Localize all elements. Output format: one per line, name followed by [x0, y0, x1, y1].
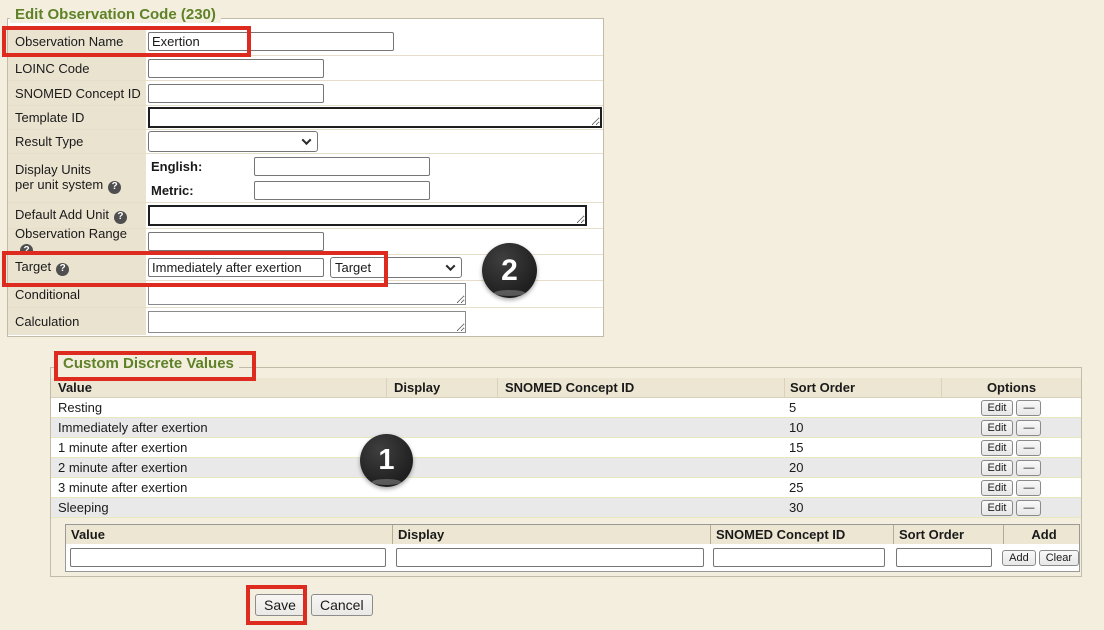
- help-icon[interactable]: ?: [56, 263, 69, 276]
- add-column-header-display: Display: [392, 525, 710, 544]
- calculation-label: Calculation: [15, 314, 79, 329]
- cell-value: Resting: [51, 400, 386, 415]
- add-value-subtable: Value Display SNOMED Concept ID Sort Ord…: [65, 524, 1080, 572]
- column-header-options: Options: [941, 378, 1081, 397]
- form-row-observation-name: Observation Name: [8, 28, 603, 56]
- column-header-sort-order: Sort Order: [784, 378, 941, 397]
- observation-range-label: Observation Range?: [15, 226, 142, 258]
- custom-discrete-values-section: Value Display SNOMED Concept ID Sort Ord…: [50, 367, 1082, 577]
- new-value-input[interactable]: [70, 548, 386, 567]
- form-row-template-id: Template ID: [8, 106, 603, 130]
- column-header-snomed: SNOMED Concept ID: [497, 378, 784, 397]
- edit-observation-code-screen: Edit Observation Code (230) Observation …: [0, 0, 1104, 630]
- remove-button[interactable]: —: [1016, 400, 1041, 416]
- cell-value: Sleeping: [51, 500, 386, 515]
- cell-value: 3 minute after exertion: [51, 480, 386, 495]
- default-add-unit-textarea[interactable]: [148, 205, 587, 226]
- observation-range-input[interactable]: [148, 232, 324, 251]
- table-row: Resting 5 Edit —: [51, 398, 1081, 418]
- add-column-header-add: Add: [1003, 525, 1079, 544]
- step-badge-1: 1: [360, 434, 413, 487]
- target-selected-value: Target: [335, 260, 371, 275]
- chevron-down-icon: [446, 261, 456, 271]
- template-id-label: Template ID: [15, 110, 84, 125]
- edit-button[interactable]: Edit: [981, 400, 1014, 416]
- add-column-header-value: Value: [66, 525, 392, 544]
- discrete-values-header-row: Value Display SNOMED Concept ID Sort Ord…: [51, 378, 1081, 398]
- cell-value: 1 minute after exertion: [51, 440, 386, 455]
- result-type-select[interactable]: [148, 131, 318, 152]
- default-add-unit-label: Default Add Unit?: [15, 207, 127, 224]
- conditional-textarea[interactable]: [148, 283, 466, 305]
- cell-sort-order: 10: [784, 420, 941, 435]
- snomed-concept-id-label: SNOMED Concept ID: [15, 86, 141, 101]
- edit-button[interactable]: Edit: [981, 480, 1014, 496]
- table-row: Immediately after exertion 10 Edit —: [51, 418, 1081, 438]
- display-units-label: Display Units per unit system?: [15, 162, 121, 194]
- english-units-label: English:: [148, 159, 254, 174]
- clear-button[interactable]: Clear: [1039, 550, 1079, 566]
- remove-button[interactable]: —: [1016, 440, 1041, 456]
- conditional-label: Conditional: [15, 287, 80, 302]
- loinc-code-input[interactable]: [148, 59, 324, 78]
- column-header-display: Display: [386, 378, 497, 397]
- cancel-button[interactable]: Cancel: [311, 594, 373, 616]
- cell-value: 2 minute after exertion: [51, 460, 386, 475]
- cell-sort-order: 30: [784, 500, 941, 515]
- remove-button[interactable]: —: [1016, 500, 1041, 516]
- column-header-value: Value: [51, 378, 386, 397]
- cell-sort-order: 25: [784, 480, 941, 495]
- table-row: Sleeping 30 Edit —: [51, 498, 1081, 518]
- add-column-header-snomed: SNOMED Concept ID: [710, 525, 893, 544]
- new-sort-order-input[interactable]: [896, 548, 992, 567]
- remove-button[interactable]: —: [1016, 460, 1041, 476]
- help-icon[interactable]: ?: [108, 181, 121, 194]
- calculation-textarea[interactable]: [148, 311, 466, 333]
- add-header-row: Value Display SNOMED Concept ID Sort Ord…: [66, 525, 1079, 544]
- cell-sort-order: 20: [784, 460, 941, 475]
- new-display-input[interactable]: [396, 548, 704, 567]
- cell-sort-order: 15: [784, 440, 941, 455]
- table-row: 2 minute after exertion 20 Edit —: [51, 458, 1081, 478]
- add-button[interactable]: Add: [1002, 550, 1036, 566]
- metric-units-input[interactable]: [254, 181, 430, 200]
- metric-units-label: Metric:: [148, 183, 254, 198]
- form-row-snomed: SNOMED Concept ID: [8, 81, 603, 106]
- template-id-textarea[interactable]: [148, 107, 602, 128]
- new-snomed-input[interactable]: [713, 548, 885, 567]
- form-row-calculation: Calculation: [8, 308, 603, 335]
- edit-button[interactable]: Edit: [981, 440, 1014, 456]
- save-button[interactable]: Save: [255, 594, 305, 616]
- help-icon[interactable]: ?: [114, 211, 127, 224]
- observation-name-input[interactable]: [148, 32, 394, 51]
- add-column-header-sort-order: Sort Order: [893, 525, 1003, 544]
- result-type-label: Result Type: [15, 134, 83, 149]
- form-title: Edit Observation Code (230): [10, 6, 221, 23]
- edit-button[interactable]: Edit: [981, 500, 1014, 516]
- cell-sort-order: 5: [784, 400, 941, 415]
- target-select[interactable]: Target: [330, 257, 462, 278]
- cell-value: Immediately after exertion: [51, 420, 386, 435]
- remove-button[interactable]: —: [1016, 420, 1041, 436]
- step-badge-2: 2: [482, 243, 537, 298]
- edit-button[interactable]: Edit: [981, 420, 1014, 436]
- table-row: 1 minute after exertion 15 Edit —: [51, 438, 1081, 458]
- loinc-code-label: LOINC Code: [15, 61, 89, 76]
- remove-button[interactable]: —: [1016, 480, 1041, 496]
- target-value-input[interactable]: [148, 258, 324, 277]
- snomed-concept-id-input[interactable]: [148, 84, 324, 103]
- add-input-row: Add Clear: [66, 544, 1079, 571]
- custom-discrete-values-title: Custom Discrete Values: [58, 355, 239, 372]
- target-label: Target?: [15, 259, 69, 276]
- table-row: 3 minute after exertion 25 Edit —: [51, 478, 1081, 498]
- form-row-result-type: Result Type: [8, 130, 603, 154]
- observation-name-label: Observation Name: [15, 34, 123, 49]
- form-row-loinc: LOINC Code: [8, 56, 603, 81]
- english-units-input[interactable]: [254, 157, 430, 176]
- edit-button[interactable]: Edit: [981, 460, 1014, 476]
- form-row-display-units: Display Units per unit system? English: …: [8, 154, 603, 203]
- chevron-down-icon: [302, 135, 312, 145]
